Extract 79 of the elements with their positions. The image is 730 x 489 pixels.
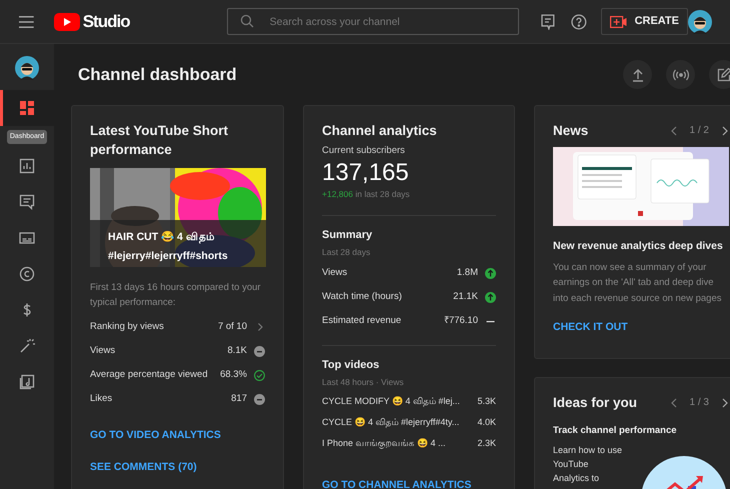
menu-icon[interactable] <box>19 16 34 28</box>
card-title: Channel analytics <box>322 122 438 140</box>
description: First 13 days 16 hours compared to your typical performance: <box>90 281 262 310</box>
arrow-up-icon <box>485 268 496 279</box>
search-icon <box>240 14 254 28</box>
metric-value: 817 <box>231 392 247 406</box>
news-body: You can now see a summary of your earnings on the 'All' tab and deep dive into each revenue source on new pages <box>553 260 722 306</box>
video-title[interactable]: I Phone வாங்குறவங்க 😆 4 ... <box>322 437 478 451</box>
chevron-right-icon[interactable] <box>721 126 729 136</box>
chevron-left-icon[interactable] <box>670 398 678 408</box>
link[interactable]: GO TO VIDEO ANALYTICS <box>90 428 265 444</box>
card-title: Latest YouTube Short performance <box>90 122 230 159</box>
section-title: Summary <box>322 228 374 243</box>
avatar-icon[interactable] <box>688 10 712 34</box>
sidebar-item[interactable] <box>0 90 54 126</box>
metric-value: 68.3% <box>220 368 247 382</box>
dashboard-icon <box>19 100 35 116</box>
section-subtitle: Last 48 hours · Views <box>322 376 405 388</box>
subscribers-label: Current subscribers <box>322 144 406 158</box>
chevron-left-icon[interactable] <box>670 126 678 136</box>
live-button[interactable] <box>666 60 695 89</box>
card-title: News <box>553 122 588 140</box>
help-icon[interactable] <box>570 14 587 30</box>
metric-value: 21.1K <box>453 290 478 304</box>
page-title: Channel dashboard <box>78 64 237 86</box>
video-plus-icon <box>610 16 627 28</box>
edit-button[interactable] <box>709 60 730 89</box>
subscriber-count: 137,165 <box>322 158 410 188</box>
view-count: 2.3K <box>477 437 496 450</box>
info-icon <box>254 346 265 356</box>
metric-label: Views <box>90 344 116 358</box>
section-title: Top videos <box>322 358 380 374</box>
card-title: Ideas for you <box>553 394 638 412</box>
section-subtitle: Last 28 days <box>322 246 372 258</box>
view-count: 5.3K <box>477 395 496 408</box>
metric-label: Ranking by views <box>90 320 165 334</box>
copyright-icon <box>19 266 35 282</box>
idea-body: Learn how to use YouTube Analytics to <box>553 444 624 486</box>
edit-icon <box>716 68 730 82</box>
news-headline: New revenue analytics deep dives <box>553 239 724 254</box>
subscriber-change: +12,806 in last 28 days <box>322 188 411 201</box>
logo-text: Studio <box>82 10 130 33</box>
metric-label: Views <box>322 266 348 280</box>
view-count: 4.0K <box>477 416 496 430</box>
broadcast-icon <box>672 68 688 80</box>
play-logo-icon <box>54 12 80 30</box>
metric-label: Likes <box>90 392 114 406</box>
comment-icon <box>19 194 35 210</box>
chevron-right-icon <box>255 322 265 332</box>
upload-button[interactable] <box>623 60 652 89</box>
page-counter: 1 / 3 <box>690 396 709 410</box>
feedback-icon[interactable] <box>541 14 555 30</box>
page-counter: 1 / 2 <box>690 124 709 138</box>
magic-wand-icon <box>19 338 35 354</box>
arrow-up-icon <box>485 292 496 303</box>
metric-label: Average percentage viewed <box>90 368 209 382</box>
metric-value: 1.8M <box>456 266 478 280</box>
idea-headline: Track channel performance <box>553 424 678 438</box>
video-title[interactable]: CYCLE MODIFY 😆 4 விதம் #lej... <box>322 395 478 409</box>
info-icon <box>254 394 265 404</box>
metric-label: Estimated revenue <box>322 314 402 328</box>
bar-chart-icon <box>19 158 35 174</box>
metric-value: ₹776.10 <box>444 314 478 328</box>
metric-value: 7 of 10 <box>218 320 247 334</box>
link[interactable]: GO TO CHANNEL ANALYTICS <box>322 478 496 489</box>
avatar-icon[interactable] <box>15 56 39 80</box>
link[interactable]: SEE COMMENTS (70) <box>90 460 265 476</box>
upload-icon <box>632 68 644 82</box>
video-title[interactable]: CYCLE 😆 4 விதம் #lejerryff#4ty... <box>322 416 478 430</box>
music-note-icon <box>19 374 35 390</box>
search-field[interactable]: Search across your channel <box>226 8 520 35</box>
video-title: HAIR CUT 😂 4 விதம் #lejerry#lejerryff#shorts <box>108 230 229 264</box>
metric-label: Watch time (hours) <box>322 290 403 304</box>
check-circle-icon <box>254 370 265 380</box>
subtitles-icon <box>19 230 35 246</box>
create-button[interactable]: CREATE <box>600 8 688 35</box>
link[interactable]: CHECK IT OUT <box>553 320 729 336</box>
chevron-right-icon[interactable] <box>721 398 729 408</box>
metric-value: 8.1K <box>227 344 247 358</box>
